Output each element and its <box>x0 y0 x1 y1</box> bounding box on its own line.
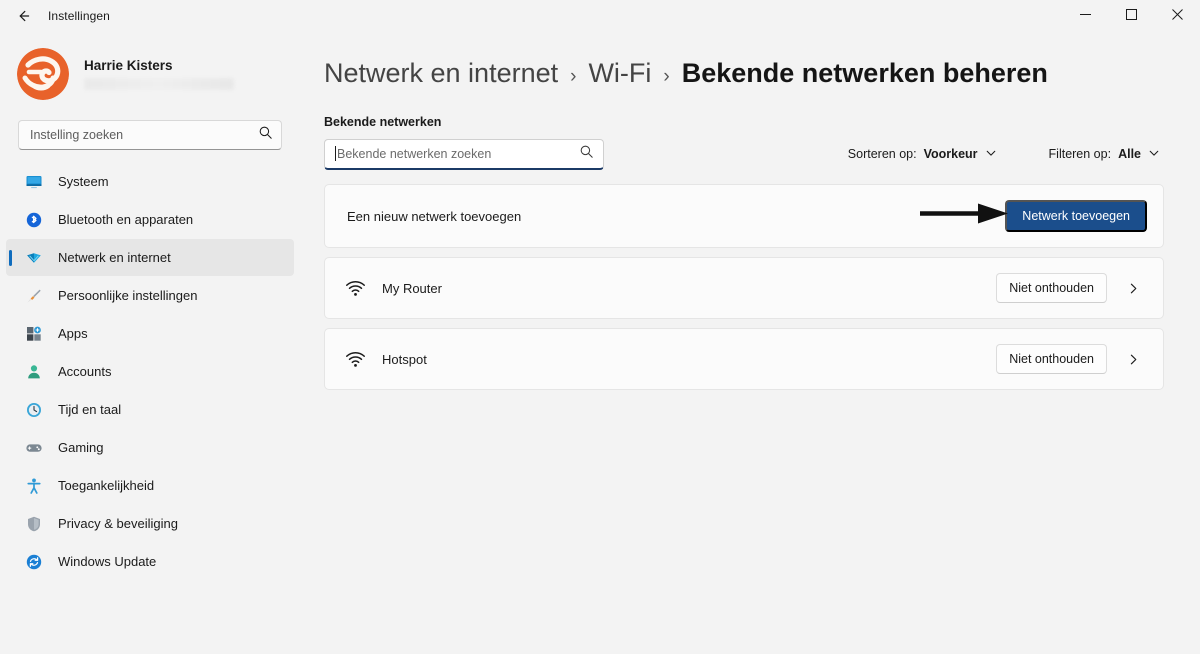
forget-network-button[interactable]: Niet onthouden <box>996 344 1107 374</box>
monitor-icon <box>24 172 44 192</box>
bluetooth-icon <box>24 210 44 230</box>
sidebar-item-gaming[interactable]: Gaming <box>6 429 294 466</box>
breadcrumb-item-network[interactable]: Netwerk en internet <box>324 58 558 89</box>
sidebar: Harrie Kisters Instelling zoeken Systeem… <box>0 32 300 654</box>
add-network-button[interactable]: Netwerk toevoegen <box>1005 200 1147 232</box>
chevron-down-icon <box>1148 147 1160 162</box>
sidebar-item-tijd-en-taal[interactable]: Tijd en taal <box>6 391 294 428</box>
sidebar-item-label: Tijd en taal <box>58 402 122 417</box>
sidebar-search-wrapper <box>0 106 300 156</box>
sidebar-item-toegankelijkheid[interactable]: Toegankelijkheid <box>6 467 294 504</box>
sidebar-search[interactable] <box>18 120 282 150</box>
minimize-button[interactable] <box>1062 0 1108 32</box>
person-icon <box>24 362 44 382</box>
profile-email-redacted <box>84 78 234 90</box>
sort-dropdown[interactable]: Sorteren op: Voorkeur <box>844 143 1001 166</box>
network-wifi-icon <box>24 248 44 268</box>
network-search-input[interactable] <box>337 146 579 161</box>
network-name: Hotspot <box>382 351 427 367</box>
filter-value: Alle <box>1118 147 1141 161</box>
maximize-icon <box>1125 7 1137 25</box>
sidebar-nav: Systeem Bluetooth en apparaten Netwerk e… <box>0 162 300 581</box>
sort-label: Sorteren op: <box>847 147 917 161</box>
chevron-down-icon <box>985 147 997 162</box>
window-controls <box>1062 0 1200 32</box>
sidebar-item-label: Privacy & beveiliging <box>58 516 178 531</box>
network-search[interactable] <box>324 138 604 170</box>
table-row[interactable]: My Router Niet onthouden <box>324 257 1164 319</box>
sidebar-item-persoonlijke-instellingen[interactable]: Persoonlijke instellingen <box>6 277 294 314</box>
breadcrumb: Netwerk en internet › Wi-Fi › Bekende ne… <box>324 58 1164 89</box>
text-caret <box>335 146 336 161</box>
minimize-icon <box>1079 7 1091 25</box>
profile-section[interactable]: Harrie Kisters <box>0 32 300 106</box>
add-network-card: Een nieuw netwerk toevoegen Netwerk toev… <box>324 184 1164 248</box>
filter-dropdown[interactable]: Filteren op: Alle <box>1045 143 1164 166</box>
pointing-arrow-annotation <box>920 202 1012 231</box>
sidebar-item-windows-update[interactable]: Windows Update <box>6 543 294 580</box>
avatar <box>14 45 72 103</box>
profile-text: Harrie Kisters <box>84 58 234 90</box>
sidebar-item-label: Bluetooth en apparaten <box>58 212 194 227</box>
shield-icon <box>24 514 44 534</box>
title-bar: Instellingen <box>0 0 1200 32</box>
search-input[interactable] <box>30 128 258 142</box>
filter-label: Filteren op: <box>1048 147 1112 161</box>
close-button[interactable] <box>1154 0 1200 32</box>
sidebar-item-netwerk-en-internet[interactable]: Netwerk en internet <box>6 239 294 276</box>
back-arrow-icon <box>15 8 31 24</box>
section-label: Bekende netwerken <box>324 115 442 129</box>
sidebar-item-label: Systeem <box>58 174 109 189</box>
sidebar-item-label: Windows Update <box>58 554 157 569</box>
paintbrush-icon <box>24 286 44 306</box>
chevron-right-icon[interactable] <box>1119 274 1147 302</box>
window-title: Instellingen <box>48 9 110 23</box>
profile-name: Harrie Kisters <box>84 58 173 73</box>
sidebar-item-label: Persoonlijke instellingen <box>58 288 198 303</box>
sidebar-item-systeem[interactable]: Systeem <box>6 163 294 200</box>
back-button[interactable] <box>6 1 40 31</box>
wifi-icon <box>343 276 367 300</box>
update-refresh-icon <box>24 552 44 572</box>
gamepad-icon <box>24 438 44 458</box>
table-row[interactable]: Hotspot Niet onthouden <box>324 328 1164 390</box>
sidebar-item-label: Gaming <box>58 440 104 455</box>
chevron-right-icon[interactable] <box>1119 345 1147 373</box>
accessibility-icon <box>24 476 44 496</box>
window-body: Harrie Kisters Instelling zoeken Systeem… <box>0 32 1200 654</box>
breadcrumb-separator-icon: › <box>570 66 577 87</box>
network-name: My Router <box>382 280 442 296</box>
breadcrumb-separator-icon: › <box>663 66 670 87</box>
sidebar-item-label: Toegankelijkheid <box>58 478 155 493</box>
sidebar-item-bluetooth-en-apparaten[interactable]: Bluetooth en apparaten <box>6 201 294 238</box>
main-content: Netwerk en internet › Wi-Fi › Bekende ne… <box>300 32 1200 654</box>
search-icon <box>258 125 273 145</box>
settings-window: Instellingen Harrie Kisters Instelling z… <box>0 0 1200 654</box>
close-icon <box>1171 7 1183 25</box>
apps-grid-icon <box>24 324 44 344</box>
sidebar-item-privacy-beveiliging[interactable]: Privacy & beveiliging <box>6 505 294 542</box>
sidebar-item-apps[interactable]: Apps <box>6 315 294 352</box>
wifi-icon <box>343 347 367 371</box>
search-icon <box>579 144 594 164</box>
breadcrumb-item-wifi[interactable]: Wi-Fi <box>588 58 651 89</box>
maximize-button[interactable] <box>1108 0 1154 32</box>
sidebar-item-label: Netwerk en internet <box>58 250 171 265</box>
tools-row: Sorteren op: Voorkeur Filteren op: Alle <box>324 138 1164 170</box>
tools-right: Sorteren op: Voorkeur Filteren op: Alle <box>844 143 1164 166</box>
add-network-label: Een nieuw netwerk toevoegen <box>347 208 522 224</box>
sidebar-item-label: Accounts <box>58 364 112 379</box>
sidebar-item-accounts[interactable]: Accounts <box>6 353 294 390</box>
sidebar-item-label: Apps <box>58 326 88 341</box>
forget-network-button[interactable]: Niet onthouden <box>996 273 1107 303</box>
sort-value: Voorkeur <box>923 147 978 161</box>
page-title: Bekende netwerken beheren <box>681 58 1048 88</box>
clock-icon <box>24 400 44 420</box>
